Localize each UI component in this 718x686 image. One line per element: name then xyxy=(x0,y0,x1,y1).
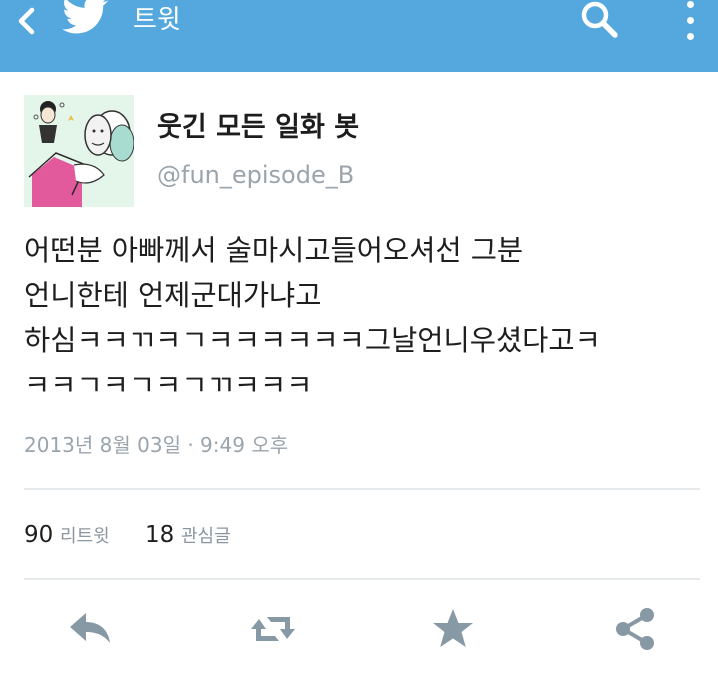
avatar[interactable] xyxy=(24,95,134,207)
twitter-bird-icon xyxy=(62,0,109,34)
favorite-star-icon[interactable] xyxy=(429,605,477,653)
top-app-bar: 트윗 xyxy=(0,0,718,72)
search-icon[interactable] xyxy=(578,0,622,40)
share-icon[interactable] xyxy=(611,605,659,653)
tweet-line: 하심ㅋㅋㄲㅋㄱㅋㅋㅋㅋㅋㅋ그날언니우셨다고ㅋ xyxy=(24,324,601,357)
tweet-text: 어떤분 아빠께서 술마시고들어오셔선 그분 언니한테 언제군대가냐고 하심ㅋㅋㄲ… xyxy=(24,228,704,408)
tweet-line: 언니한테 언제군대가냐고 xyxy=(24,279,322,312)
page-title: 트윗 xyxy=(133,5,181,35)
divider xyxy=(24,488,700,490)
retweet-icon[interactable] xyxy=(249,605,297,653)
display-name[interactable]: 웃긴 모든 일화 봇 xyxy=(157,110,359,146)
tweet-timestamp: 2013년 8월 03일 · 9:49 오후 xyxy=(24,433,289,457)
back-icon[interactable] xyxy=(14,6,40,36)
retweet-count[interactable]: 90 xyxy=(24,522,53,548)
reply-icon[interactable] xyxy=(66,605,114,653)
tweet-stats: 90 리트윗 18 관심글 xyxy=(24,520,231,552)
favorite-count[interactable]: 18 xyxy=(145,522,174,548)
retweet-label[interactable]: 리트윗 xyxy=(60,526,110,547)
more-vert-icon[interactable] xyxy=(678,0,702,42)
user-handle[interactable]: @fun_episode_B xyxy=(157,160,354,190)
divider xyxy=(24,578,700,580)
tweet-line: ㅋㅋㄱㅋㄱㅋㄱㄲㅋㅋㅋ xyxy=(24,369,313,402)
favorite-label[interactable]: 관심글 xyxy=(181,526,231,547)
tweet-line: 어떤분 아빠께서 술마시고들어오셔선 그분 xyxy=(24,234,524,267)
